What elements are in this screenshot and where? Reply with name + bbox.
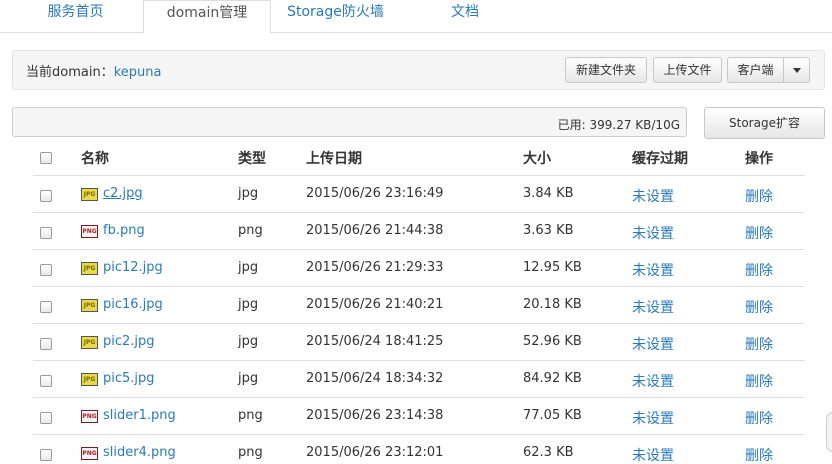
cache-expiry-link[interactable]: 未设置 bbox=[632, 334, 674, 354]
header-size: 大小 bbox=[523, 151, 551, 167]
file-type: jpg bbox=[238, 371, 259, 386]
file-size: 52.96 KB bbox=[523, 334, 582, 349]
delete-link[interactable]: 删除 bbox=[745, 297, 773, 317]
file-name-link[interactable]: fb.png bbox=[103, 223, 145, 238]
storage-usage-text: 已用: 399.27 KB/10G bbox=[557, 118, 680, 132]
file-type: jpg bbox=[238, 334, 259, 349]
file-name-link[interactable]: slider1.png bbox=[103, 408, 176, 423]
table-row: PNG fb.png png 2015/06/26 21:44:38 3.63 KB 未设… bbox=[33, 213, 805, 250]
row-checkbox[interactable] bbox=[40, 375, 52, 387]
header-actions: 操作 bbox=[745, 151, 773, 167]
file-type: jpg bbox=[238, 186, 259, 201]
delete-link[interactable]: 删除 bbox=[745, 371, 773, 391]
file-type: png bbox=[238, 408, 263, 423]
new-folder-button[interactable]: 新建文件夹 bbox=[565, 57, 647, 83]
row-checkbox[interactable] bbox=[40, 449, 52, 461]
row-checkbox[interactable] bbox=[40, 412, 52, 424]
header-cache-expiry: 缓存过期 bbox=[632, 151, 688, 167]
file-name-link[interactable]: c2.jpg bbox=[103, 186, 143, 201]
delete-link[interactable]: 删除 bbox=[745, 186, 773, 206]
client-button[interactable]: 客户端 bbox=[727, 57, 784, 83]
upload-date: 2015/06/26 23:12:01 bbox=[306, 445, 444, 460]
file-type: png bbox=[238, 445, 263, 460]
header-type: 类型 bbox=[238, 151, 266, 167]
cache-expiry-link[interactable]: 未设置 bbox=[632, 260, 674, 280]
table-row: PNG slider4.png png 2015/06/26 23:12:01 62.3… bbox=[33, 435, 805, 464]
client-dropdown-toggle[interactable] bbox=[783, 57, 810, 83]
table-row: JPG pic16.jpg jpg 2015/06/26 21:40:21 20.18 … bbox=[33, 287, 805, 324]
tab-storage-firewall[interactable]: Storage防火墙 bbox=[278, 0, 393, 33]
file-table-header: 名称 类型 上传日期 大小 缓存过期 操作 bbox=[33, 140, 805, 176]
tab-bar: 服务首页 domain管理 Storage防火墙 文档 bbox=[0, 0, 832, 34]
upload-date: 2015/06/26 21:40:21 bbox=[306, 297, 444, 312]
jpg-file-icon: JPG bbox=[81, 336, 98, 349]
file-name-link[interactable]: pic12.jpg bbox=[103, 260, 163, 275]
current-domain: 当前domain：kepuna bbox=[26, 61, 161, 80]
upload-date: 2015/06/26 21:44:38 bbox=[306, 223, 444, 238]
jpg-file-icon: JPG bbox=[81, 188, 98, 201]
png-file-icon: PNG bbox=[81, 447, 98, 460]
file-size: 3.84 KB bbox=[523, 186, 574, 201]
file-size: 20.18 KB bbox=[523, 297, 582, 312]
tab-service-home[interactable]: 服务首页 bbox=[18, 0, 133, 33]
current-domain-name[interactable]: kepuna bbox=[114, 65, 162, 80]
table-row: JPG pic2.jpg jpg 2015/06/24 18:41:25 52.96 K… bbox=[33, 324, 805, 361]
row-checkbox[interactable] bbox=[40, 190, 52, 202]
jpg-file-icon: JPG bbox=[81, 373, 98, 386]
cache-expiry-link[interactable]: 未设置 bbox=[632, 445, 674, 464]
delete-link[interactable]: 删除 bbox=[745, 223, 773, 243]
file-size: 12.95 KB bbox=[523, 260, 582, 275]
file-size: 3.63 KB bbox=[523, 223, 574, 238]
cache-expiry-link[interactable]: 未设置 bbox=[632, 186, 674, 206]
file-name-link[interactable]: pic16.jpg bbox=[103, 297, 163, 312]
cache-expiry-link[interactable]: 未设置 bbox=[632, 223, 674, 243]
upload-date: 2015/06/26 23:14:38 bbox=[306, 408, 444, 423]
header-name: 名称 bbox=[81, 151, 109, 167]
cache-expiry-link[interactable]: 未设置 bbox=[632, 371, 674, 391]
delete-link[interactable]: 删除 bbox=[745, 408, 773, 428]
chevron-down-icon bbox=[792, 68, 801, 73]
tab-docs[interactable]: 文档 bbox=[410, 0, 520, 33]
row-checkbox[interactable] bbox=[40, 264, 52, 276]
storage-expand-button[interactable]: Storage扩容 bbox=[704, 107, 825, 139]
delete-link[interactable]: 删除 bbox=[745, 260, 773, 280]
table-row: JPG pic5.jpg jpg 2015/06/24 18:34:32 84.92 K… bbox=[33, 361, 805, 398]
scrollbar[interactable] bbox=[826, 412, 832, 452]
select-all-checkbox[interactable] bbox=[40, 152, 52, 164]
row-checkbox[interactable] bbox=[40, 338, 52, 350]
file-type: png bbox=[238, 223, 263, 238]
png-file-icon: PNG bbox=[81, 410, 98, 423]
cache-expiry-link[interactable]: 未设置 bbox=[632, 297, 674, 317]
upload-file-button[interactable]: 上传文件 bbox=[653, 57, 722, 83]
file-name-link[interactable]: pic2.jpg bbox=[103, 334, 155, 349]
file-type: jpg bbox=[238, 260, 259, 275]
header-upload-date: 上传日期 bbox=[306, 151, 362, 167]
file-size: 84.92 KB bbox=[523, 371, 582, 386]
upload-date: 2015/06/24 18:41:25 bbox=[306, 334, 444, 349]
storage-usage-bar: 已用: 399.27 KB/10G bbox=[12, 107, 687, 137]
file-name-link[interactable]: slider4.png bbox=[103, 445, 176, 460]
row-checkbox[interactable] bbox=[40, 301, 52, 313]
upload-date: 2015/06/26 23:16:49 bbox=[306, 186, 444, 201]
tab-domain-management[interactable]: domain管理 bbox=[143, 0, 271, 34]
file-type: jpg bbox=[238, 297, 259, 312]
table-row: JPG pic12.jpg jpg 2015/06/26 21:29:33 12.95 … bbox=[33, 250, 805, 287]
table-row: PNG slider1.png png 2015/06/26 23:14:38 77.0… bbox=[33, 398, 805, 435]
domain-toolbar: 当前domain：kepuna 新建文件夹 上传文件 客户端 bbox=[12, 50, 825, 90]
table-row: JPG c2.jpg jpg 2015/06/26 23:16:49 3.84 KB 未设… bbox=[33, 176, 805, 213]
jpg-file-icon: JPG bbox=[81, 299, 98, 312]
cache-expiry-link[interactable]: 未设置 bbox=[632, 408, 674, 428]
delete-link[interactable]: 删除 bbox=[745, 445, 773, 464]
row-checkbox[interactable] bbox=[40, 227, 52, 239]
upload-date: 2015/06/24 18:34:32 bbox=[306, 371, 444, 386]
file-size: 77.05 KB bbox=[523, 408, 582, 423]
upload-date: 2015/06/26 21:29:33 bbox=[306, 260, 444, 275]
delete-link[interactable]: 删除 bbox=[745, 334, 773, 354]
jpg-file-icon: JPG bbox=[81, 262, 98, 275]
png-file-icon: PNG bbox=[81, 225, 98, 238]
file-size: 62.3 KB bbox=[523, 445, 574, 460]
file-name-link[interactable]: pic5.jpg bbox=[103, 371, 155, 386]
current-domain-prefix: 当前domain： bbox=[26, 65, 114, 80]
